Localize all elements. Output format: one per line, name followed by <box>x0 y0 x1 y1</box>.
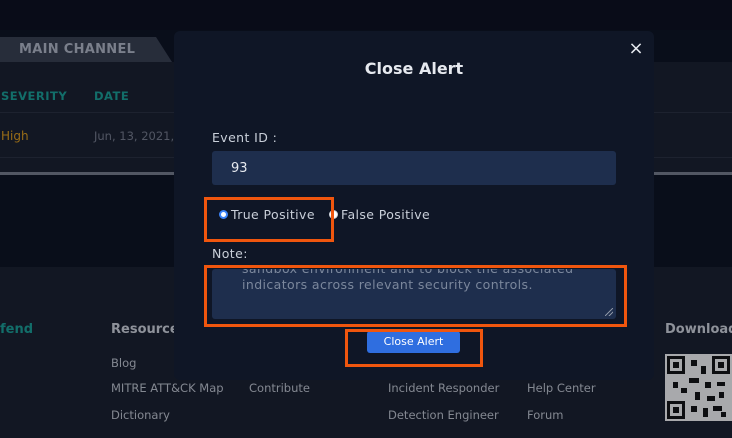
highlight-true-positive <box>204 197 334 242</box>
highlight-close-alert-button <box>345 329 483 367</box>
radio-false-positive-label[interactable]: False Positive <box>341 207 430 222</box>
close-icon[interactable]: × <box>626 39 646 59</box>
event-id-label: Event ID : <box>212 130 278 145</box>
event-id-field[interactable] <box>212 151 616 185</box>
modal-title: Close Alert <box>364 59 464 78</box>
highlight-note <box>204 265 627 327</box>
note-label: Note: <box>212 246 248 261</box>
radio-false-positive[interactable]: False Positive <box>329 206 430 222</box>
